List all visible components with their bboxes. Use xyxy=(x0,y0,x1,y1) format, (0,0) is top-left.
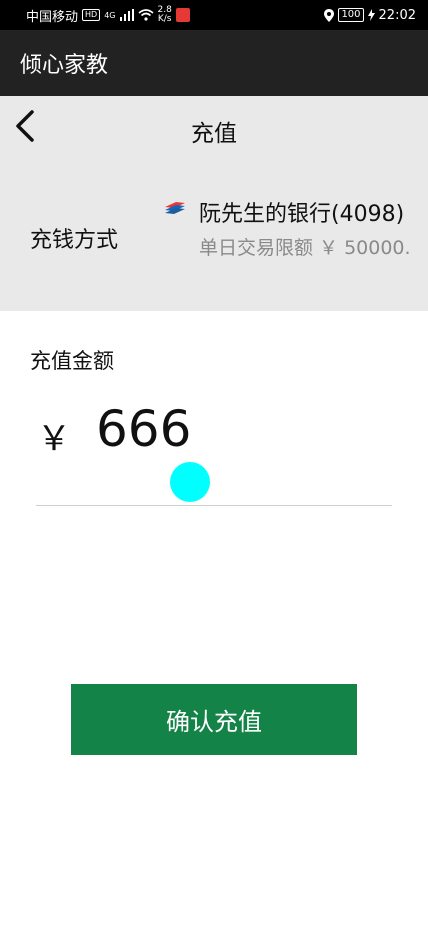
charging-icon xyxy=(367,9,375,21)
bank-logo-icon xyxy=(165,202,185,214)
network-speed: 2.8 K/s xyxy=(158,6,172,24)
status-right: 100 22:02 xyxy=(324,8,416,23)
confirm-recharge-button[interactable]: 确认充值 xyxy=(71,684,357,755)
carrier-name: 中国移动 xyxy=(26,9,79,25)
notification-app-icon xyxy=(175,8,190,22)
signal-icon xyxy=(119,9,134,21)
page-title: 充值 xyxy=(191,121,237,147)
status-bar: 中国移动 HD 4G 2.8 K/s 100 22:02 xyxy=(0,0,428,30)
network-type: 4G xyxy=(104,10,116,20)
amount-label: 充值金额 xyxy=(30,349,114,373)
bank-card-name[interactable]: 阮先生的银行(4098) xyxy=(199,196,404,228)
location-icon xyxy=(324,8,335,22)
hd-badge: HD xyxy=(82,9,101,21)
nav-row: 充值 xyxy=(0,96,428,166)
amount-underline xyxy=(36,505,392,506)
clock: 22:02 xyxy=(378,7,416,23)
payment-method-label: 充钱方式 xyxy=(30,228,119,253)
speed-unit: K/s xyxy=(157,14,172,24)
daily-limit-text: 单日交易限额 ￥ 50000. xyxy=(199,237,411,259)
amount-input[interactable] xyxy=(96,398,376,460)
touch-indicator xyxy=(170,462,210,502)
wifi-icon xyxy=(137,9,154,21)
battery-icon: 100 xyxy=(338,8,364,22)
status-left: 中国移动 HD 4G 2.8 K/s xyxy=(26,6,190,25)
currency-symbol: ￥ xyxy=(37,419,71,459)
payment-section: 充值 充钱方式 阮先生的银行(4098) 单日交易限额 ￥ 50000. xyxy=(0,96,428,311)
app-title: 倾心家教 xyxy=(20,53,109,78)
app-bar: 倾心家教 xyxy=(0,30,428,96)
